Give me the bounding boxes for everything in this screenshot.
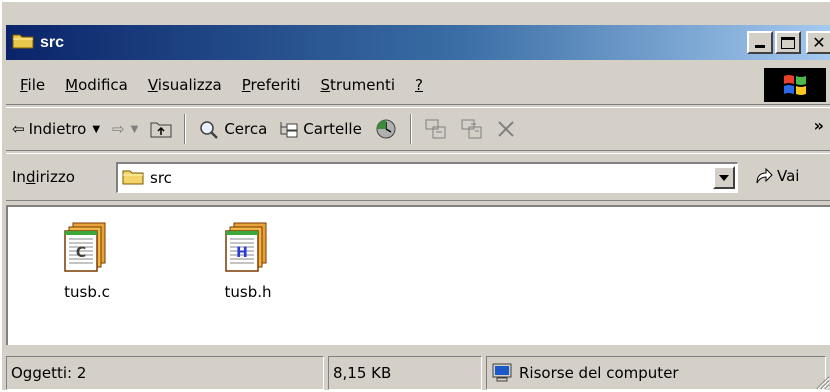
menu-tools[interactable]: Strumenti [311, 76, 405, 94]
file-list-view[interactable]: C tusb.c H tusb.h [6, 205, 830, 345]
c-source-file-icon: C [64, 222, 106, 272]
search-icon [200, 121, 219, 139]
toolbar-separator [409, 114, 412, 144]
forward-dropdown-icon[interactable]: ▼ [131, 124, 139, 135]
go-button[interactable]: Vai [754, 166, 799, 186]
my-computer-icon [492, 363, 512, 382]
resize-grip-icon[interactable] [814, 374, 830, 390]
history-button[interactable] [368, 114, 404, 144]
up-folder-button[interactable] [144, 114, 178, 144]
windows-logo-icon [764, 68, 826, 102]
svg-text:C: C [76, 245, 86, 261]
forward-arrow-icon: ⇨ [112, 120, 125, 138]
maximize-icon [781, 36, 795, 49]
copy-to-button[interactable] [454, 114, 490, 144]
address-input[interactable]: src [116, 162, 738, 193]
status-object-count: Oggetti: 2 [6, 356, 324, 390]
status-bar: Oggetti: 2 8,15 KB Risorse del computer [6, 352, 830, 392]
delete-button[interactable] [490, 114, 522, 144]
search-button[interactable]: Cerca [192, 114, 273, 144]
toolbar-separator [184, 114, 187, 144]
back-dropdown-icon[interactable]: ▼ [92, 124, 100, 135]
menu-favorites[interactable]: Preferiti [232, 76, 311, 94]
move-to-button[interactable] [418, 114, 454, 144]
menu-help[interactable]: ? [405, 76, 433, 94]
standard-toolbar: ⇦ Indietro ▼ ⇨ ▼ Cerca Cartelle » [6, 107, 830, 151]
h-header-file-icon: H [225, 222, 267, 272]
file-name: tusb.h [224, 283, 272, 301]
address-value: src [150, 169, 172, 187]
status-zone: Risorse del computer [486, 356, 826, 390]
explorer-window: src ✕ File Modifica Visualizza Preferiti… [0, 0, 830, 390]
toolbar-overflow-button[interactable]: » [814, 116, 824, 135]
address-bar: Indirizzo src Vai [6, 153, 830, 201]
back-arrow-icon: ⇦ [12, 120, 25, 138]
menu-file[interactable]: File [6, 76, 55, 94]
up-folder-icon [150, 122, 172, 138]
minimize-icon [755, 45, 765, 48]
window-title: src [40, 33, 65, 51]
address-label: Indirizzo [12, 168, 75, 186]
delete-icon [498, 121, 514, 137]
caption-buttons: ✕ [747, 31, 830, 54]
history-icon [376, 119, 396, 139]
file-item[interactable]: C tusb.c [42, 221, 132, 301]
file-item[interactable]: H tusb.h [203, 221, 293, 301]
menu-edit[interactable]: Modifica [55, 76, 138, 94]
close-icon: ✕ [812, 32, 826, 52]
forward-button[interactable]: ⇨ ▼ [106, 114, 144, 144]
file-name: tusb.c [64, 283, 110, 301]
folder-icon [122, 168, 144, 189]
menu-view[interactable]: Visualizza [138, 76, 232, 94]
address-dropdown-button[interactable] [713, 166, 735, 189]
back-button[interactable]: ⇦ Indietro ▼ [6, 114, 106, 144]
folders-tree-icon [280, 122, 298, 138]
copy-to-icon [461, 119, 482, 139]
close-button[interactable]: ✕ [806, 31, 830, 54]
go-arrow-icon [756, 167, 773, 184]
status-size: 8,15 KB [328, 356, 482, 390]
title-bar[interactable]: src ✕ [6, 25, 830, 60]
folder-icon [12, 32, 34, 53]
move-to-icon [425, 119, 446, 139]
menu-bar: File Modifica Visualizza Preferiti Strum… [6, 65, 830, 105]
chevron-down-icon [719, 174, 729, 181]
minimize-button[interactable] [747, 31, 773, 54]
maximize-button[interactable] [775, 31, 801, 54]
svg-text:H: H [236, 245, 248, 261]
folders-button[interactable]: Cartelle [273, 114, 368, 144]
